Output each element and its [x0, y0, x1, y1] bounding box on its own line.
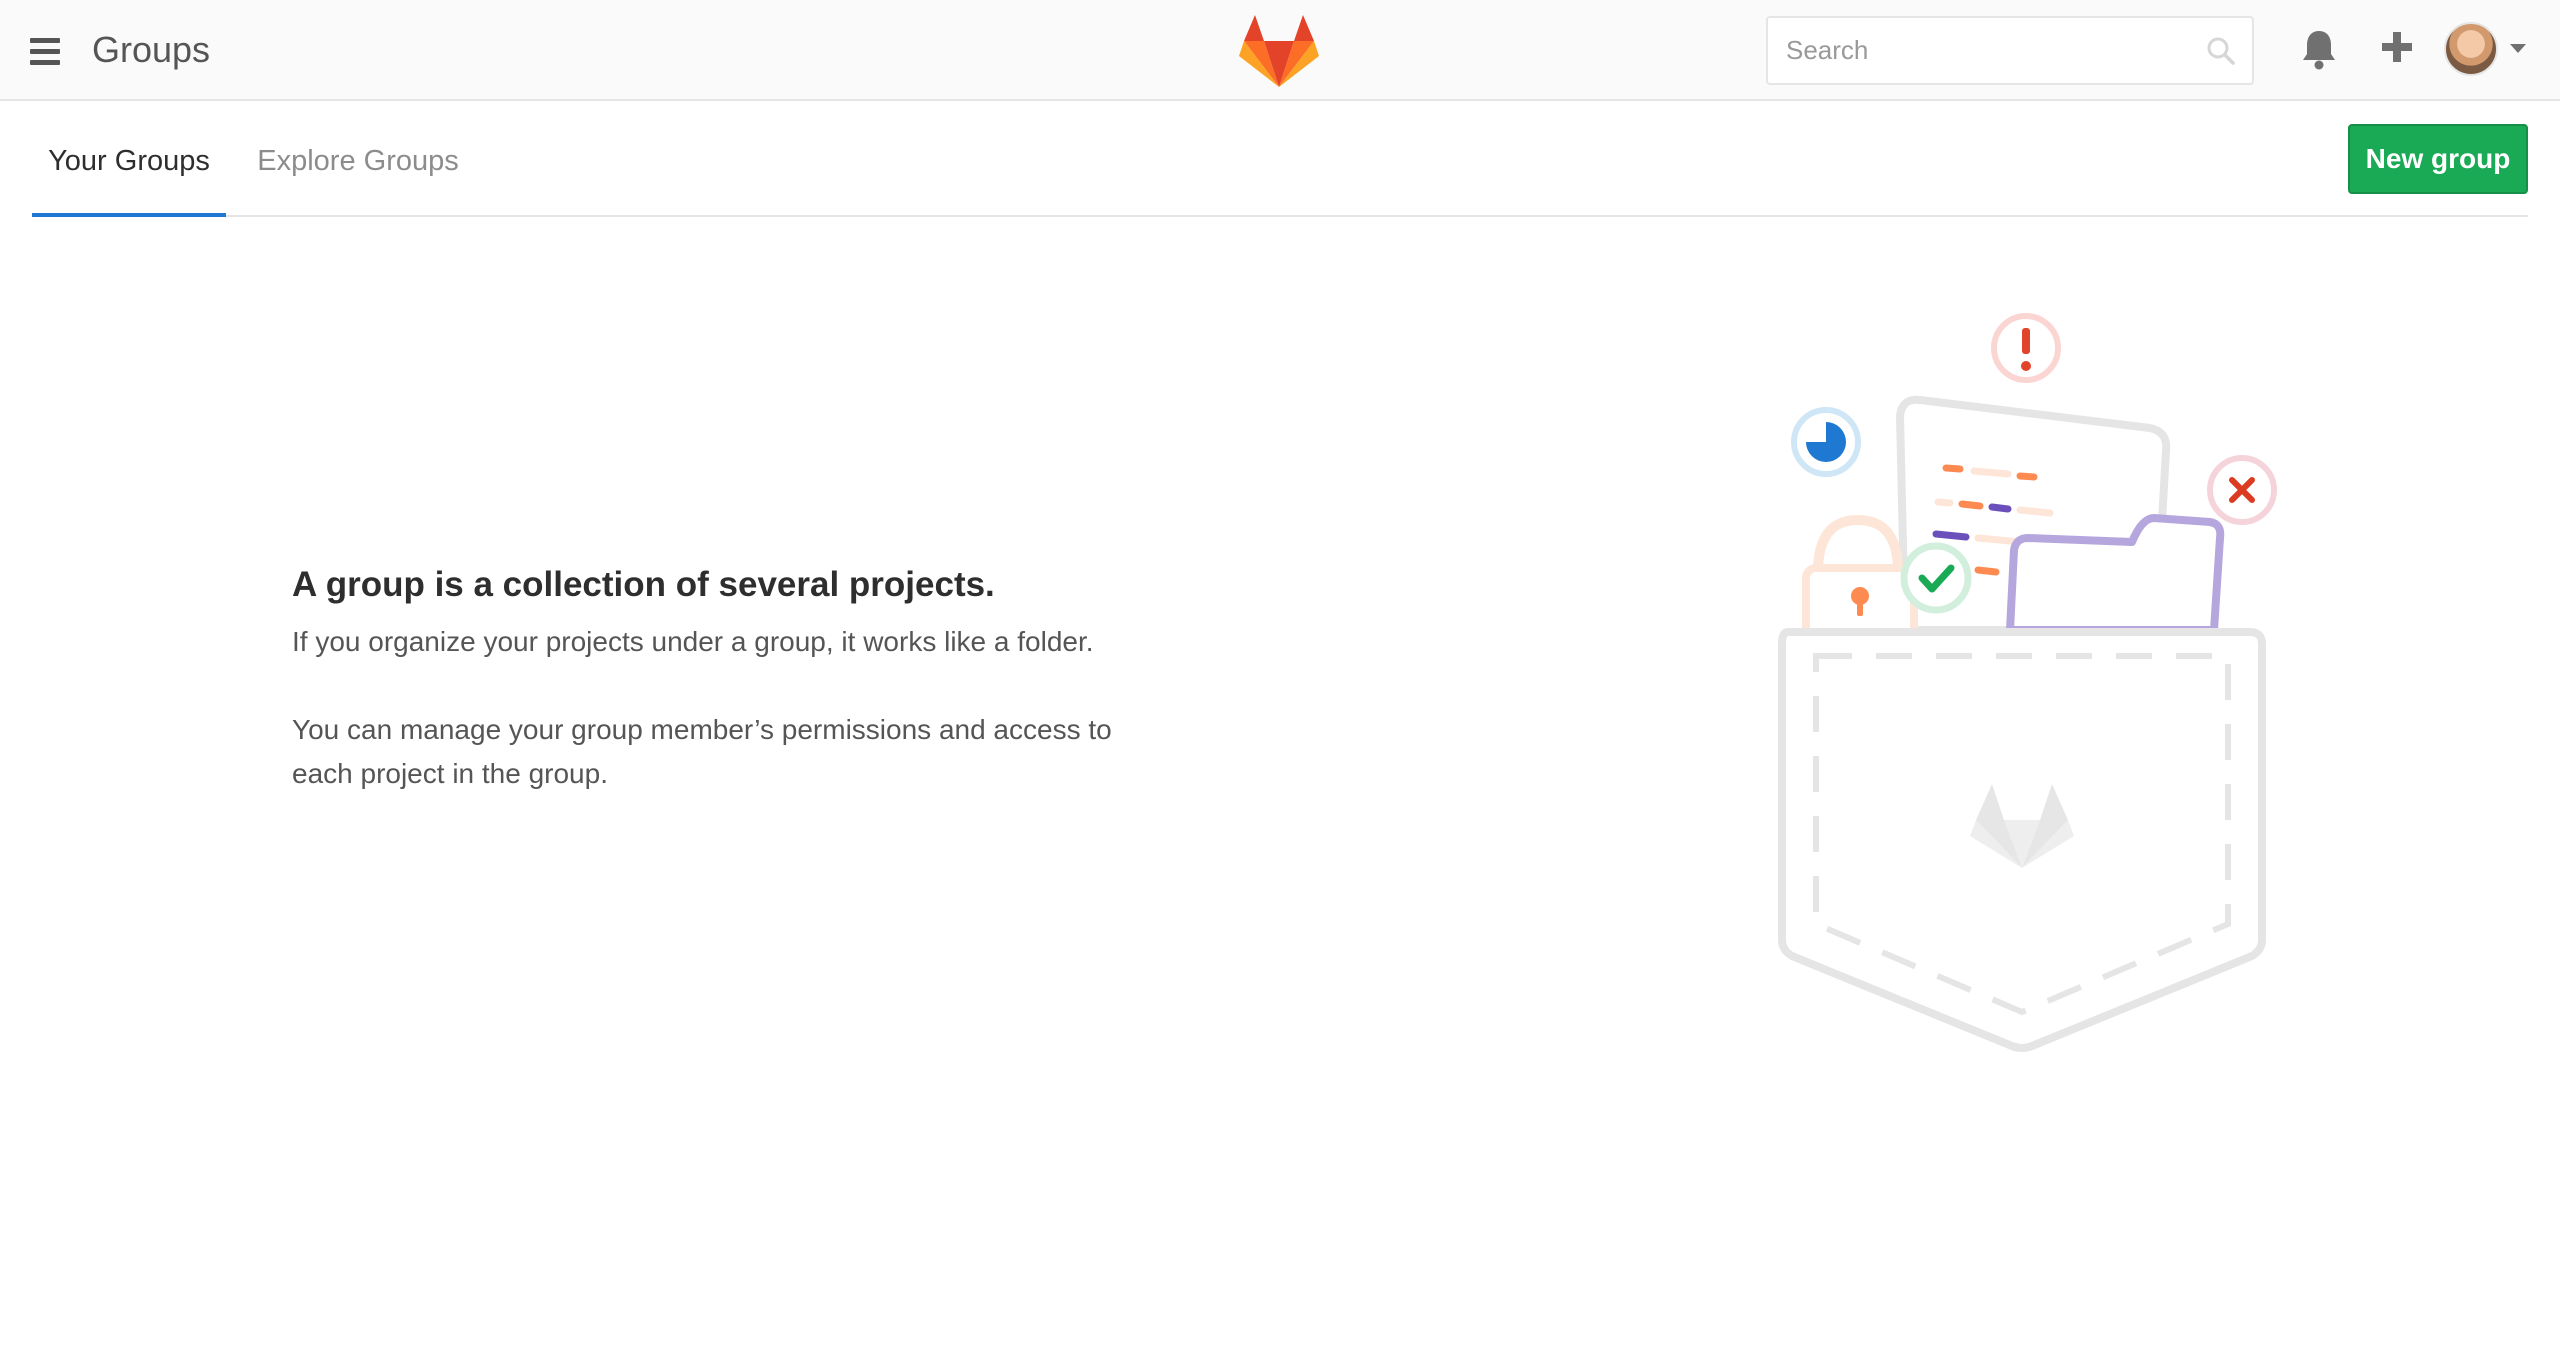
empty-state-title: A group is a collection of several proje… [292, 565, 995, 604]
top-navbar: Groups [0, 0, 2560, 101]
empty-state-text: A group is a collection of several proje… [292, 560, 1192, 796]
empty-state-paragraph: You can manage your group member’s permi… [292, 714, 1112, 789]
search-input[interactable] [1768, 18, 2168, 83]
new-group-button[interactable]: New group [2348, 124, 2528, 194]
pocket-shape [1778, 628, 2266, 1052]
close-icon [2207, 455, 2277, 525]
progress-icon [1791, 407, 1861, 477]
search-box[interactable] [1766, 16, 2254, 85]
plus-icon[interactable] [2380, 30, 2414, 64]
hamburger-icon[interactable] [22, 28, 72, 74]
groups-empty-illustration [1778, 313, 2277, 1052]
user-menu[interactable] [2444, 22, 2534, 78]
chevron-down-icon [2510, 44, 2526, 53]
tab-your-groups[interactable]: Your Groups [32, 101, 226, 217]
page-title: Groups [92, 29, 211, 70]
alert-icon [1991, 313, 2061, 383]
avatar[interactable] [2444, 22, 2498, 76]
gitlab-logo[interactable] [1238, 12, 1320, 88]
lock-icon [1802, 514, 1918, 642]
empty-state-paragraph: If you organize your projects under a gr… [292, 626, 1094, 657]
search-icon [2207, 37, 2235, 65]
tab-explore-groups[interactable]: Explore Groups [248, 101, 468, 217]
groups-tabs: Your Groups Explore Groups [32, 101, 2528, 217]
check-icon [1900, 542, 1972, 614]
bell-icon[interactable] [2300, 28, 2338, 70]
